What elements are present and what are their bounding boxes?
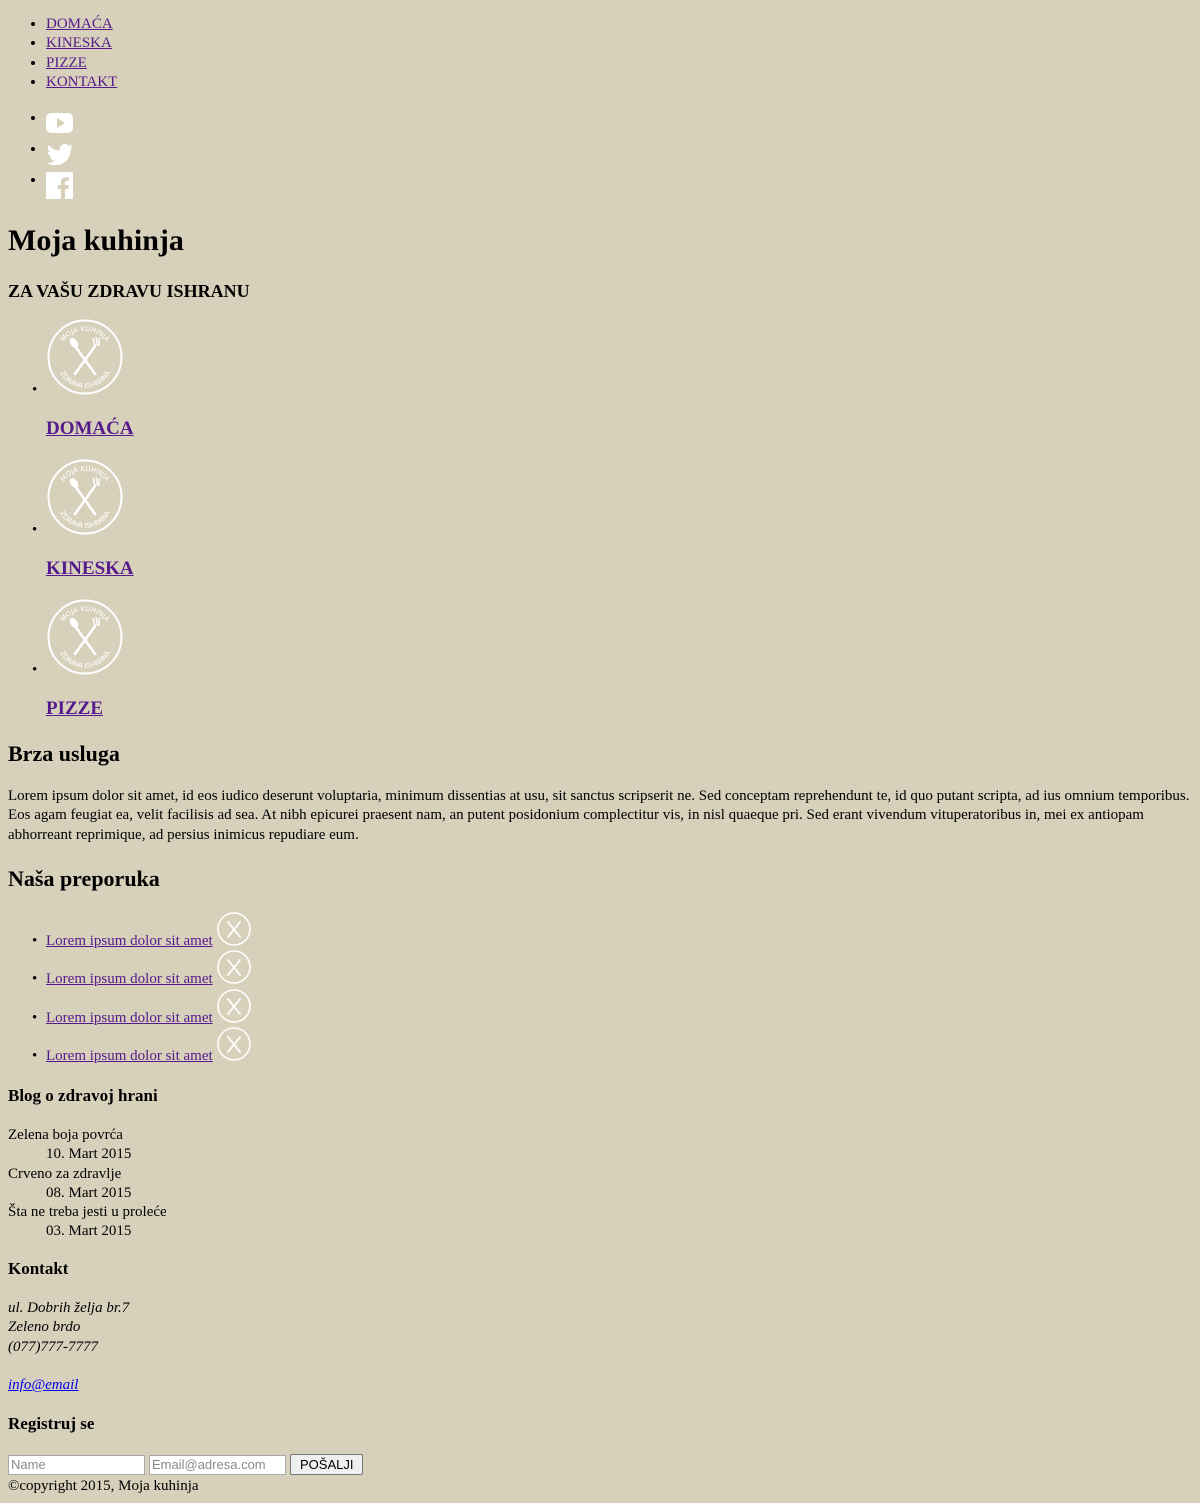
cutlery-icon [217,989,251,1023]
recommendation-link[interactable]: Lorem ipsum dolor sit amet [46,1047,213,1066]
kitchen-logo-icon: MOJA KUHINJA ZDRAVA ISHRANA [47,459,123,535]
category-link-kineska[interactable]: KINESKA [46,559,134,578]
nav-item-kontakt: KONTAKT [46,73,117,92]
svg-text:ZDRAVA ISHRANA: ZDRAVA ISHRANA [58,649,112,670]
site-title: Moja kuhinja [8,224,184,257]
blog-post-date: 03. Mart 2015 [46,1223,132,1240]
twitter-icon[interactable] [46,141,74,169]
youtube-icon[interactable] [46,110,74,138]
category-link-domaca[interactable]: DOMAĆA [46,419,134,438]
kitchen-logo-icon: MOJA KUHINJA ZDRAVA ISHRANA [47,319,123,395]
facebook-icon[interactable] [46,172,74,200]
blog-post-title: Crveno za zdravlje [8,1165,122,1182]
address-city: Zeleno brdo [8,1319,81,1336]
cutlery-icon [217,1027,251,1061]
list-item: • Lorem ipsum dolor sit amet [8,950,308,988]
blog-post-date: 08. Mart 2015 [46,1184,132,1201]
section-title-preporuka: Naša preporuka [8,866,160,891]
cutlery-icon [217,912,251,946]
tagline: ZA VAŠU ZDRAVU ISHRANU [8,281,250,301]
brza-usluga-text: Lorem ipsum dolor sit amet, id eos iudic… [8,788,1190,843]
nav-item-domaca: DOMAĆA [46,15,117,34]
register-form: POŠALJI [8,1454,364,1475]
email-input[interactable] [149,1454,286,1475]
top-nav: DOMAĆA KINESKA PIZZE KONTAKT [8,15,117,92]
svg-text:ZDRAVA ISHRANA: ZDRAVA ISHRANA [58,509,112,530]
address-street: ul. Dobrih želja br.7 [8,1300,130,1316]
nav-link-pizze[interactable]: PIZZE [46,55,87,71]
list-item: • Lorem ipsum dolor sit amet [8,912,308,950]
blog-post-title: Zelena boja povrća [8,1127,123,1143]
svg-text:MOJA KUHINJA: MOJA KUHINJA [59,465,111,484]
cutlery-icon [217,950,251,984]
nav-link-kineska[interactable]: KINESKA [46,35,112,51]
category-link-pizze[interactable]: PIZZE [46,699,103,718]
nav-link-domaca[interactable]: DOMAĆA [46,16,113,32]
section-title-register: Registruj se [8,1414,95,1433]
recommendation-link[interactable]: Lorem ipsum dolor sit amet [46,932,213,951]
recommendation-link[interactable]: Lorem ipsum dolor sit amet [46,970,213,989]
contact-address: ul. Dobrih želja br.7 Zeleno brdo (077)7… [8,1299,129,1395]
submit-button[interactable]: POŠALJI [290,1454,364,1475]
email-link[interactable]: info@email [8,1377,78,1393]
nav-item-pizze: PIZZE [46,54,117,73]
blog-post-date: 10. Mart 2015 [46,1146,132,1163]
svg-text:ZDRAVA ISHRANA: ZDRAVA ISHRANA [58,369,112,390]
recommendation-link[interactable]: Lorem ipsum dolor sit amet [46,1009,213,1028]
svg-text:MOJA KUHINJA: MOJA KUHINJA [59,325,111,344]
section-title-brza-usluga: Brza usluga [8,741,120,766]
svg-text:MOJA KUHINJA: MOJA KUHINJA [59,605,111,624]
nav-link-kontakt[interactable]: KONTAKT [46,74,117,90]
nav-item-kineska: KINESKA [46,34,117,53]
section-title-kontakt: Kontakt [8,1259,69,1278]
blog-list: Zelena boja povrća 10. Mart 2015 Crveno … [8,1126,167,1242]
list-item: • Lorem ipsum dolor sit amet [8,1027,308,1065]
social-list [8,109,73,202]
copyright: ©copyright 2015, Moja kuhinja [8,1478,199,1494]
address-phone: (077)777-7777 [8,1338,98,1355]
kitchen-logo-icon: MOJA KUHINJA ZDRAVA ISHRANA [47,599,123,675]
name-input[interactable] [8,1454,145,1475]
section-title-blog: Blog o zdravoj hrani [8,1086,158,1105]
list-item: • Lorem ipsum dolor sit amet [8,989,308,1027]
blog-post-title: Šta ne treba jesti u proleće [8,1204,167,1221]
